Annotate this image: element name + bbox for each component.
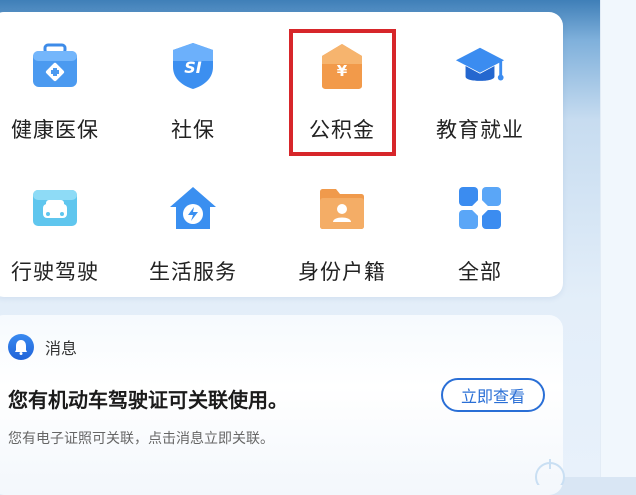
id-folder-icon <box>316 182 368 234</box>
home-service-icon <box>167 182 219 234</box>
service-label: 教育就业 <box>436 118 524 142</box>
car-license-icon <box>29 182 81 234</box>
social-security-shield-icon: SI <box>167 40 219 92</box>
service-grid: 健康医保 SI 社保 ¥ 公积金 教育就业 行驶驾驶 生活服务 身份户籍 全部 <box>0 12 563 297</box>
service-item-education-employment[interactable]: 教育就业 <box>415 12 545 142</box>
service-grid-card: 健康医保 SI 社保 ¥ 公积金 教育就业 行驶驾驶 生活服务 身份户籍 全部 <box>0 12 563 297</box>
housing-fund-highlight-box <box>289 29 396 156</box>
service-item-health-insurance[interactable]: 健康医保 <box>0 12 120 142</box>
service-item-social-security[interactable]: SI 社保 <box>128 12 258 142</box>
service-label: 身份户籍 <box>298 260 386 284</box>
bell-icon <box>8 334 34 360</box>
message-subtitle: 您有电子证照可关联，点击消息立即关联。 <box>8 431 274 447</box>
message-card[interactable]: 消息 您有机动车驾驶证可关联使用。 您有电子证照可关联，点击消息立即关联。 立即… <box>0 315 563 495</box>
svg-text:SI: SI <box>184 58 202 77</box>
service-item-vehicle-driving[interactable]: 行驶驾驶 <box>0 154 120 284</box>
medical-kit-icon <box>29 40 81 92</box>
all-grid-icon <box>454 182 506 234</box>
service-label: 生活服务 <box>149 260 237 284</box>
message-header: 消息 <box>8 334 77 360</box>
service-label: 健康医保 <box>11 118 99 142</box>
graduation-cap-icon <box>454 40 506 92</box>
service-label: 全部 <box>458 260 502 284</box>
side-panel <box>600 0 636 477</box>
service-label: 行驶驾驶 <box>11 260 99 284</box>
service-item-all[interactable]: 全部 <box>415 154 545 284</box>
view-now-button[interactable]: 立即查看 <box>441 378 545 412</box>
service-item-life-services[interactable]: 生活服务 <box>128 154 258 284</box>
decoration-icon <box>530 455 570 492</box>
service-item-identity-household[interactable]: 身份户籍 <box>277 154 407 284</box>
service-label: 社保 <box>171 118 215 142</box>
message-header-label: 消息 <box>45 339 78 358</box>
message-title: 您有机动车驾驶证可关联使用。 <box>8 388 288 412</box>
